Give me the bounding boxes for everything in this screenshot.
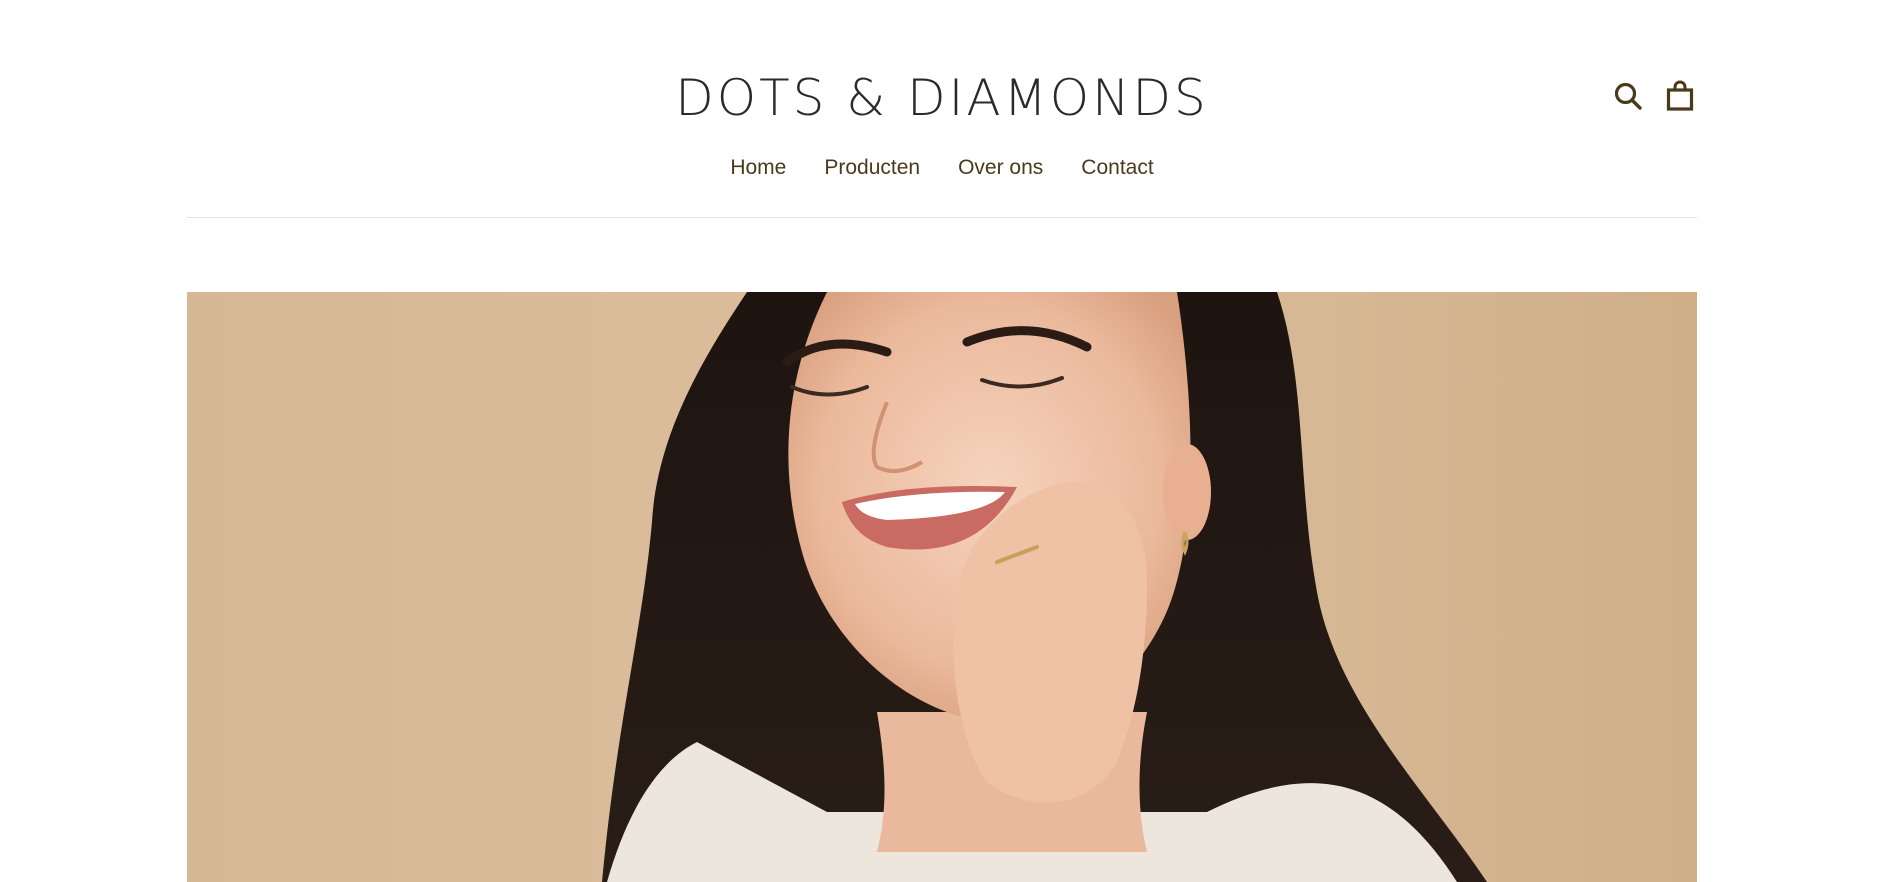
site-logo[interactable]: DOTS & DIAMONDS [187,62,1697,134]
hero-banner [187,292,1697,882]
nav-item-over-ons[interactable]: Over ons [958,156,1043,180]
nav-item-home[interactable]: Home [730,156,786,180]
site-header: DOTS & DIAMONDS Home Producten Over ons … [187,0,1697,218]
hero-portrait-photo [602,292,1487,882]
shopping-bag-icon[interactable] [1665,80,1695,112]
nav-item-contact[interactable]: Contact [1081,156,1153,180]
nav-item-producten[interactable]: Producten [824,156,920,180]
header-actions [1613,80,1695,112]
main-nav: Home Producten Over ons Contact [187,156,1697,180]
search-icon[interactable] [1613,80,1643,112]
